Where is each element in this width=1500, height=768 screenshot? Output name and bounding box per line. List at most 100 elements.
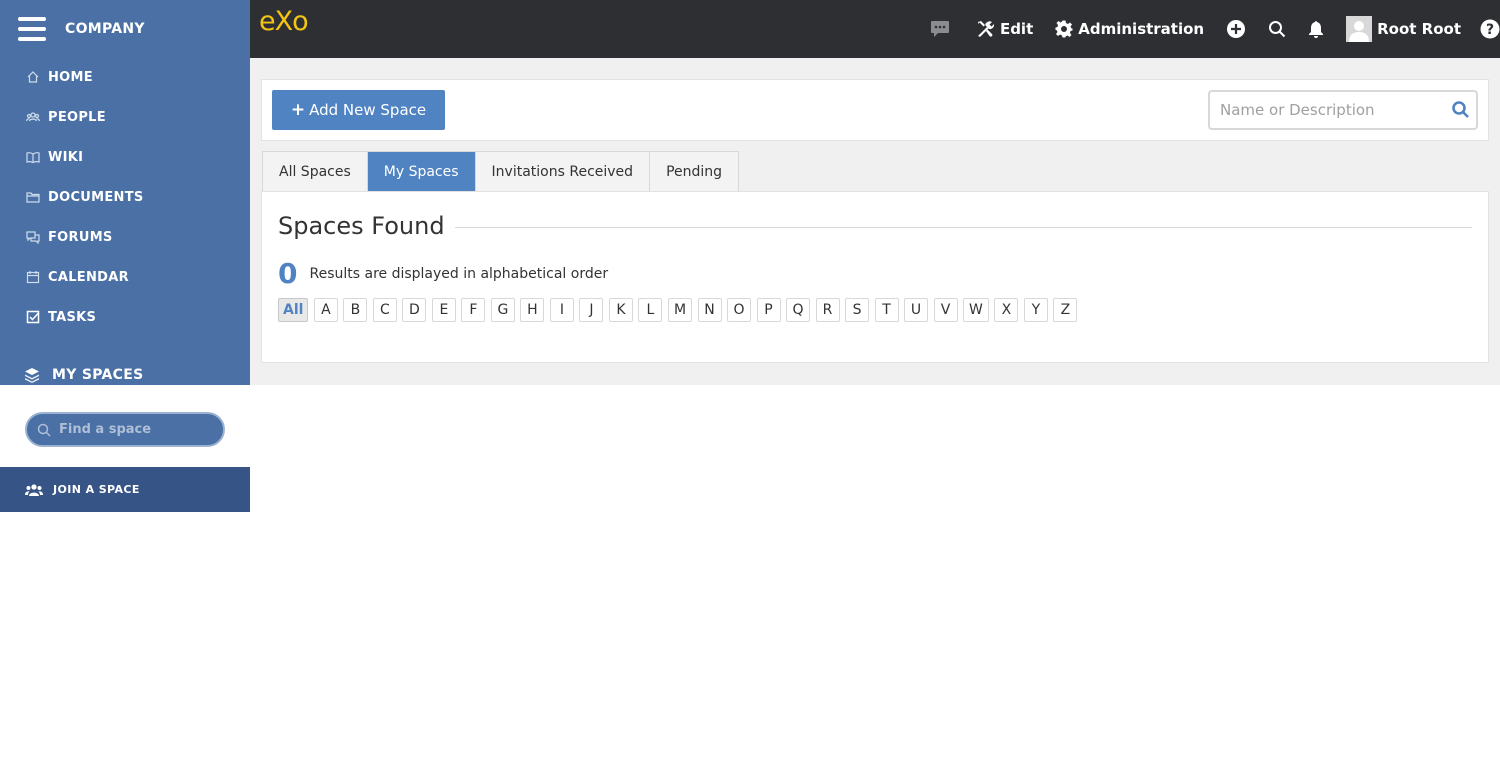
edit-button[interactable]: Edit <box>976 20 1033 38</box>
logo-text-x: X <box>274 6 293 37</box>
administration-button[interactable]: Administration <box>1055 20 1204 38</box>
page-title: Spaces Found <box>278 212 445 240</box>
letter-filter-i[interactable]: I <box>549 298 574 322</box>
letter-filter-all[interactable]: All <box>278 298 309 322</box>
add-new-space-label: Add New Space <box>309 101 427 119</box>
add-content-button[interactable] <box>1226 19 1246 39</box>
letter-filter-d[interactable]: D <box>402 298 427 322</box>
letter-filter-w[interactable]: W <box>963 298 989 322</box>
company-name[interactable]: COMPANY <box>65 21 145 37</box>
title-divider <box>454 227 1472 228</box>
user-name: Root Root <box>1377 19 1461 38</box>
forum-icon <box>26 230 40 244</box>
letter-filter-z[interactable]: Z <box>1053 298 1078 322</box>
letter-filter-s[interactable]: S <box>845 298 870 322</box>
chat-button[interactable] <box>930 20 950 38</box>
chat-icon <box>930 20 950 38</box>
sidebar-item-label: PEOPLE <box>48 109 106 125</box>
spaces-panel: Spaces Found 0 Results are displayed in … <box>261 191 1489 363</box>
plus-circle-icon <box>1226 19 1246 39</box>
result-count: 0 <box>278 257 298 290</box>
help-icon: ? <box>1480 19 1500 39</box>
svg-text:?: ? <box>1486 22 1494 38</box>
alphabet-filter: All A B C D E F G H I J K L M N O P Q R S T U V W X Y Z <box>278 298 1083 322</box>
search-icon[interactable] <box>1451 100 1471 120</box>
letter-filter-k[interactable]: K <box>608 298 633 322</box>
home-icon <box>26 70 40 84</box>
result-text: Results are displayed in alphabetical or… <box>309 265 609 282</box>
sidebar-item-label: TASKS <box>48 309 97 325</box>
letter-filter-x[interactable]: X <box>994 298 1019 322</box>
avatar <box>1346 15 1373 42</box>
join-space-button[interactable]: JOIN A SPACE <box>0 467 250 512</box>
sidebar-nav: HOME PEOPLE WIKI DOCUMENTS FORUMS CALEND… <box>0 57 250 337</box>
space-search-box <box>1208 90 1478 130</box>
sidebar-item-calendar[interactable]: CALENDAR <box>0 257 250 297</box>
notifications-button[interactable] <box>1308 20 1324 38</box>
tab-pending[interactable]: Pending <box>650 152 739 192</box>
administration-label: Administration <box>1078 19 1205 38</box>
sidebar-item-label: FORUMS <box>48 229 113 245</box>
tab-invitations-received[interactable]: Invitations Received <box>475 152 651 192</box>
top-actions: Edit Administration Root Root ? <box>930 0 1500 57</box>
help-button[interactable]: ? <box>1480 19 1500 39</box>
sidebar-item-tasks[interactable]: TASKS <box>0 297 250 337</box>
sidebar-item-wiki[interactable]: WIKI <box>0 137 250 177</box>
letter-filter-h[interactable]: H <box>520 298 545 322</box>
letter-filter-f[interactable]: F <box>461 298 486 322</box>
sidebar-item-home[interactable]: HOME <box>0 57 250 97</box>
letter-filter-g[interactable]: G <box>490 298 515 322</box>
letter-filter-j[interactable]: J <box>579 298 604 322</box>
edit-label: Edit <box>999 19 1034 38</box>
letter-filter-t[interactable]: T <box>874 298 899 322</box>
my-spaces-label: MY SPACES <box>52 367 144 383</box>
letter-filter-v[interactable]: V <box>933 298 958 322</box>
search-icon <box>37 423 51 437</box>
search-button[interactable] <box>1268 20 1286 38</box>
letter-filter-a[interactable]: A <box>313 298 338 322</box>
letter-filter-u[interactable]: U <box>904 298 929 322</box>
plus-icon: + <box>290 100 306 120</box>
hamburger-menu-icon[interactable] <box>18 16 46 41</box>
exo-logo[interactable]: eXo <box>259 6 309 37</box>
calendar-icon <box>26 270 40 284</box>
logo-text-o: o <box>292 6 309 37</box>
letter-filter-c[interactable]: C <box>372 298 397 322</box>
panel-title-row: Spaces Found <box>278 212 1472 240</box>
sidebar-item-label: WIKI <box>48 149 84 165</box>
space-search-input[interactable] <box>1220 101 1445 119</box>
letter-filter-p[interactable]: P <box>756 298 781 322</box>
top-navbar: eXo Edit Administration Root Root ? <box>250 0 1500 58</box>
people-icon <box>26 110 40 124</box>
sidebar-item-forums[interactable]: FORUMS <box>0 217 250 257</box>
spaces-tabs: All Spaces My Spaces Invitations Receive… <box>262 151 740 192</box>
book-icon <box>26 150 40 164</box>
tab-my-spaces[interactable]: My Spaces <box>367 152 476 192</box>
tools-icon <box>976 20 1000 38</box>
gear-icon <box>1055 20 1078 38</box>
sidebar-item-label: DOCUMENTS <box>48 189 144 205</box>
user-menu[interactable]: Root Root <box>1346 15 1461 42</box>
find-space-input[interactable] <box>59 422 209 437</box>
letter-filter-q[interactable]: Q <box>786 298 811 322</box>
letter-filter-l[interactable]: L <box>638 298 663 322</box>
letter-filter-r[interactable]: R <box>815 298 840 322</box>
add-new-space-button[interactable]: + Add New Space <box>272 90 445 130</box>
sidebar-item-people[interactable]: PEOPLE <box>0 97 250 137</box>
letter-filter-b[interactable]: B <box>343 298 368 322</box>
sidebar-item-label: CALENDAR <box>48 269 129 285</box>
sidebar-item-documents[interactable]: DOCUMENTS <box>0 177 250 217</box>
search-icon <box>1268 20 1286 38</box>
letter-filter-n[interactable]: N <box>697 298 722 322</box>
my-spaces-header[interactable]: MY SPACES <box>0 362 250 385</box>
tasks-icon <box>26 310 40 324</box>
main-content: + Add New Space All Spaces My Spaces Inv… <box>250 58 1500 385</box>
sidebar-header: COMPANY <box>0 0 250 57</box>
letter-filter-o[interactable]: O <box>727 298 752 322</box>
letter-filter-e[interactable]: E <box>431 298 456 322</box>
letter-filter-y[interactable]: Y <box>1023 298 1048 322</box>
results-row: 0 Results are displayed in alphabetical … <box>278 257 608 290</box>
tab-all-spaces[interactable]: All Spaces <box>263 152 368 192</box>
sidebar-item-label: HOME <box>48 69 93 85</box>
letter-filter-m[interactable]: M <box>667 298 693 322</box>
